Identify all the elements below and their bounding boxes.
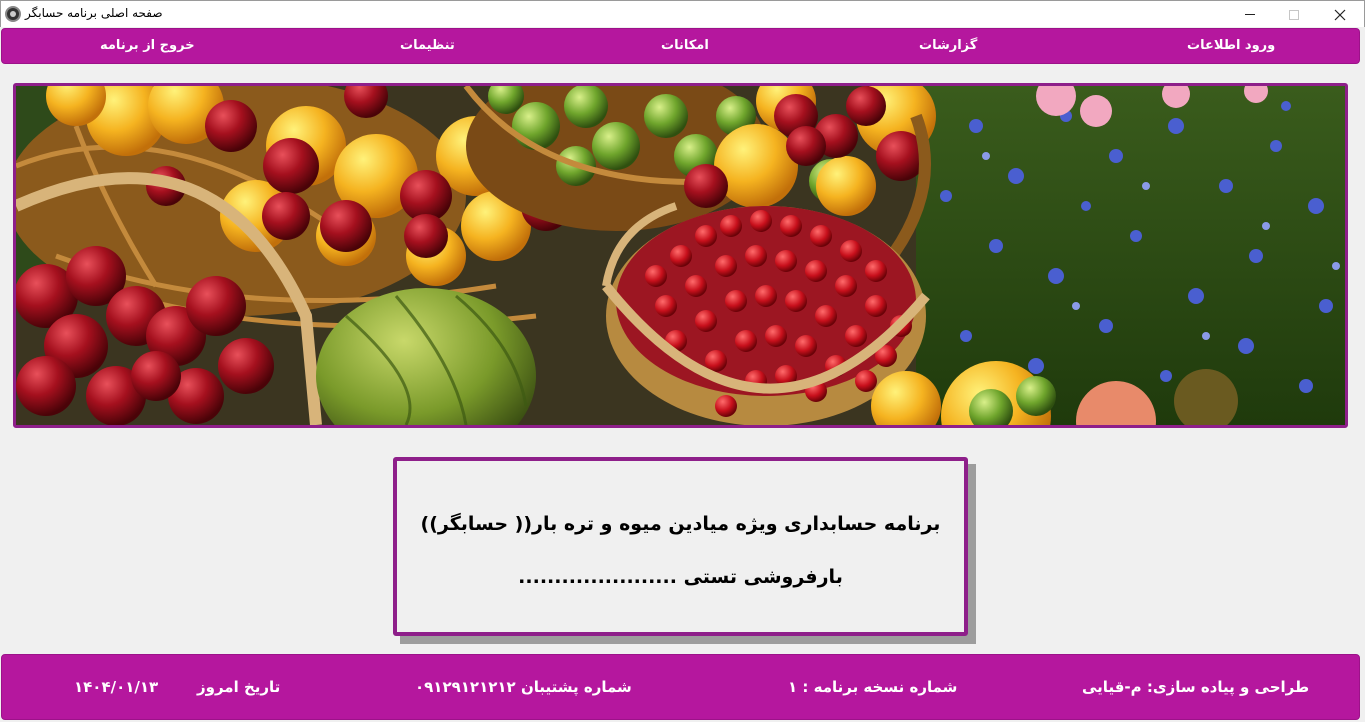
close-button[interactable] bbox=[1317, 1, 1363, 28]
menu-item-reports[interactable]: گزارشات bbox=[919, 38, 977, 53]
menu-item-features[interactable]: امکانات bbox=[661, 38, 709, 53]
app-description: برنامه حسابداری ویژه میادین میوه و تره ب… bbox=[420, 513, 941, 535]
date-label: تاریخ امروز bbox=[197, 678, 281, 696]
window-titlebar: صفحه اصلی برنامه حسابگر bbox=[0, 0, 1365, 27]
window-title: صفحه اصلی برنامه حسابگر bbox=[25, 6, 163, 20]
support-phone: شماره پشتیبان ۰۹۱۲۹۱۲۱۲۱۲ bbox=[415, 678, 632, 696]
close-icon bbox=[1334, 9, 1346, 20]
menu-item-exit[interactable]: خروج از برنامه bbox=[100, 38, 195, 53]
menu-item-data-entry[interactable]: ورود اطلاعات bbox=[1187, 38, 1275, 53]
version-number: شماره نسخه برنامه : ۱ bbox=[788, 678, 958, 696]
maximize-button[interactable] bbox=[1271, 1, 1317, 28]
app-icon bbox=[5, 6, 21, 22]
app-info-box: برنامه حسابداری ویژه میادین میوه و تره ب… bbox=[393, 457, 968, 636]
menu-item-settings[interactable]: تنظیمات bbox=[400, 38, 455, 53]
date-value: ۱۴۰۴/۰۱/۱۳ bbox=[74, 678, 159, 696]
fruit-banner-image bbox=[13, 83, 1348, 428]
designer-credit: طراحی و پیاده سازی: م-قیایی bbox=[1082, 678, 1310, 696]
maximize-icon bbox=[1289, 9, 1299, 20]
minimize-icon bbox=[1245, 14, 1255, 15]
minimize-button[interactable] bbox=[1227, 1, 1273, 28]
status-footer: طراحی و پیاده سازی: م-قیایی شماره نسخه ب… bbox=[1, 654, 1360, 720]
main-menu-bar: ورود اطلاعات گزارشات امکانات تنظیمات خرو… bbox=[1, 28, 1360, 64]
fruit-basket-illustration bbox=[16, 86, 1345, 425]
business-name: بارفروشی تستی ...................... bbox=[518, 566, 843, 588]
